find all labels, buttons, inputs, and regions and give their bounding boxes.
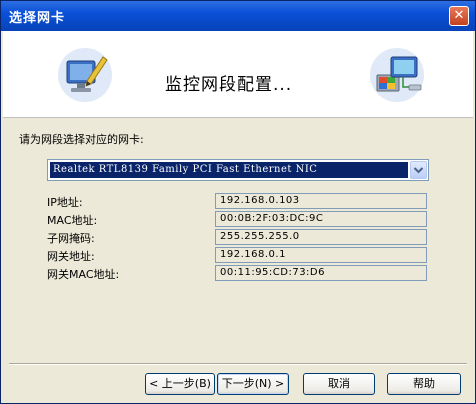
title-bar[interactable]: 选择网卡 ✕ <box>1 1 475 31</box>
back-button[interactable]: < 上一步(B) <box>145 373 215 395</box>
subnet-mask-field: 255.255.255.0 <box>215 229 427 245</box>
header-banner: 监控网段配置... <box>3 31 473 118</box>
dropdown-button[interactable] <box>410 161 427 179</box>
adapter-prompt-label: 请为网段选择对应的网卡: <box>19 133 144 146</box>
network-computer-icon <box>370 48 424 102</box>
subnet-mask-label: 子网掩码: <box>47 232 95 245</box>
separator <box>9 363 467 365</box>
next-button[interactable]: 下一步(N) > <box>217 373 289 395</box>
mac-address-field: 00:0B:2F:03:DC:9C <box>215 211 427 227</box>
dialog-window: 选择网卡 ✕ 监控网段配置... 请为网段选择对应的网卡: Realtek RT… <box>0 0 476 404</box>
chevron-down-icon <box>413 167 424 174</box>
close-icon: ✕ <box>453 8 465 23</box>
window-title: 选择网卡 <box>9 11 66 26</box>
ip-address-label: IP地址: <box>47 196 83 209</box>
monitor-pencil-icon <box>58 48 112 102</box>
header-title: 监控网段配置... <box>165 75 293 95</box>
help-button[interactable]: 帮助 <box>387 373 461 395</box>
close-button[interactable]: ✕ <box>449 6 469 26</box>
gateway-mac-label: 网关MAC地址: <box>47 268 120 281</box>
gateway-mac-field: 00:11:95:CD:73:D6 <box>215 265 427 281</box>
gateway-address-field: 192.168.0.1 <box>215 247 427 263</box>
ip-address-field: 192.168.0.103 <box>215 193 427 209</box>
adapter-select-value: Realtek RTL8139 Family PCI Fast Ethernet… <box>50 162 408 178</box>
gateway-address-label: 网关地址: <box>47 250 95 263</box>
cancel-button[interactable]: 取消 <box>303 373 375 395</box>
mac-address-label: MAC地址: <box>47 214 98 227</box>
adapter-select[interactable]: Realtek RTL8139 Family PCI Fast Ethernet… <box>47 159 429 181</box>
